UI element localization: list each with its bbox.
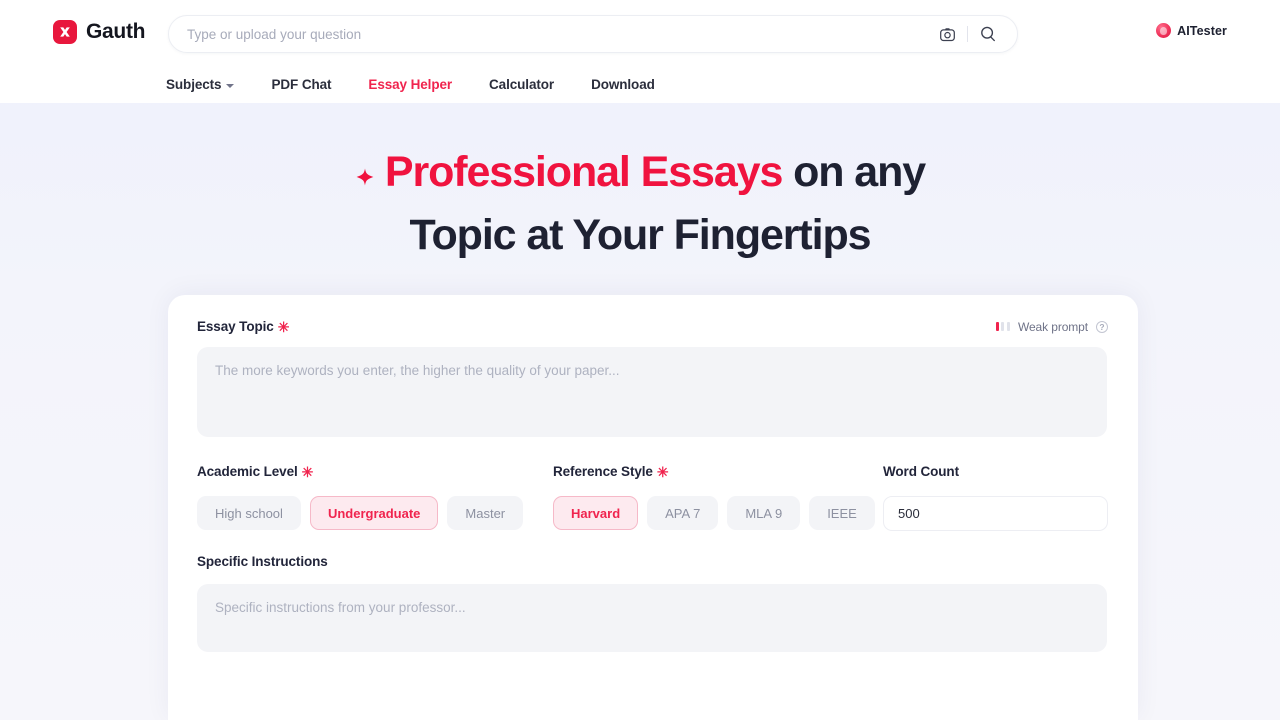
required-asterisk: ✳ — [277, 318, 290, 335]
specific-instructions-group: Specific Instructions — [197, 553, 1108, 657]
academic-level-chips: High school Undergraduate Master — [197, 496, 553, 530]
gauth-x-logo-icon — [53, 20, 77, 44]
nav-item-calculator[interactable]: Calculator — [489, 77, 554, 92]
label-text: Academic Level — [197, 464, 298, 479]
chip-apa-7[interactable]: APA 7 — [647, 496, 719, 530]
brand-logo[interactable]: Gauth — [53, 20, 145, 44]
chip-ieee[interactable]: IEEE — [809, 496, 875, 530]
search-input[interactable] — [187, 16, 932, 52]
account-menu[interactable]: AITester — [1156, 23, 1227, 38]
header-top-bar: Gauth Type or upload your question AITes… — [0, 0, 1280, 66]
required-asterisk: ✳ — [301, 463, 314, 480]
specific-instructions-input[interactable] — [197, 584, 1107, 652]
action-divider — [967, 26, 968, 42]
essay-topic-header: Essay Topic ✳ Weak prompt ? — [197, 319, 1108, 334]
nav-item-pdf-chat[interactable]: PDF Chat — [271, 77, 331, 92]
label-text: Reference Style — [553, 464, 653, 479]
strength-bars — [995, 322, 1010, 331]
sparkle-icon — [355, 144, 375, 202]
reference-style-label: Reference Style ✳ — [553, 463, 669, 480]
strength-bar-2 — [1001, 322, 1005, 331]
chip-mla-9[interactable]: MLA 9 — [727, 496, 801, 530]
nav-label: Calculator — [489, 77, 555, 92]
page-title: Professional Essays on any Topic at Your… — [0, 143, 1280, 264]
nav-label: Subjects — [166, 77, 222, 92]
nav-item-download[interactable]: Download — [591, 77, 655, 92]
page-title-line2: Topic at Your Fingertips — [409, 210, 872, 259]
chip-harvard[interactable]: Harvard — [553, 496, 639, 530]
main-nav: Subjects PDF Chat Essay Helper Calculato… — [166, 66, 655, 103]
hero-section: Professional Essays on any Topic at Your… — [0, 143, 1280, 264]
search-actions — [932, 19, 1003, 49]
essay-topic-input[interactable] — [197, 347, 1107, 437]
page-title-rest: on any — [782, 148, 926, 196]
chip-master[interactable]: Master — [447, 496, 524, 530]
account-name: AITester — [1177, 23, 1227, 38]
strength-bar-1 — [995, 322, 999, 331]
reference-style-chips: Harvard APA 7 MLA 9 IEEE — [553, 496, 883, 530]
reference-style-group: Reference Style ✳ Harvard APA 7 MLA 9 IE… — [553, 463, 883, 530]
essay-topic-label: Essay Topic ✳ — [197, 319, 289, 334]
nav-label: Essay Helper — [368, 77, 453, 92]
word-count-input[interactable] — [883, 496, 1108, 531]
academic-level-group: Academic Level ✳ High school Undergradua… — [197, 463, 553, 530]
help-question-icon[interactable]: ? — [1096, 320, 1108, 333]
form-options-row: Academic Level ✳ High school Undergradua… — [197, 463, 1108, 531]
user-avatar-icon — [1156, 23, 1172, 38]
page-root: Gauth Type or upload your question AITes… — [0, 0, 1280, 720]
nav-item-subjects[interactable]: Subjects — [166, 77, 235, 92]
strength-label: Weak prompt — [1017, 319, 1088, 334]
required-asterisk: ✳ — [656, 463, 669, 480]
specific-instructions-label: Specific Instructions — [197, 554, 328, 569]
site-header: Gauth Type or upload your question AITes… — [0, 0, 1280, 103]
essay-form-card: Essay Topic ✳ Weak prompt ? Academic Lev… — [168, 295, 1138, 720]
chip-undergraduate[interactable]: Undergraduate — [309, 496, 439, 530]
label-text: Essay Topic — [197, 319, 274, 334]
search-bar[interactable] — [168, 15, 1018, 53]
nav-label: PDF Chat — [271, 77, 332, 92]
strength-bar-3 — [1006, 322, 1010, 331]
search-icon[interactable] — [973, 19, 1003, 49]
nav-item-essay-helper[interactable]: Essay Helper — [368, 77, 452, 92]
brand-name: Gauth — [86, 20, 146, 43]
camera-icon[interactable] — [932, 19, 962, 49]
word-count-label: Word Count — [883, 464, 959, 479]
academic-level-label: Academic Level ✳ — [197, 464, 313, 479]
page-title-accent: Professional Essays — [384, 148, 783, 196]
chip-high-school[interactable]: High school — [197, 496, 301, 530]
nav-label: Download — [591, 77, 655, 92]
chevron-down-icon — [226, 83, 235, 88]
prompt-strength-indicator: Weak prompt ? — [995, 319, 1108, 334]
word-count-group: Word Count — [883, 463, 1108, 531]
